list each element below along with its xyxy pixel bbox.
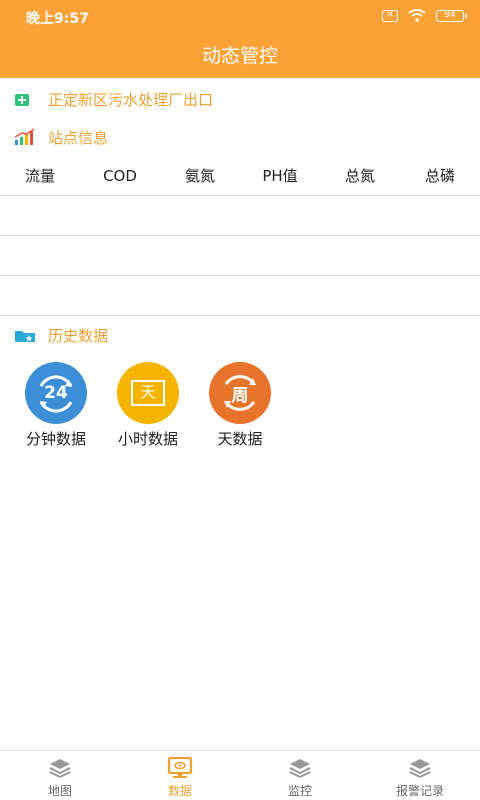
metric-total-phosphorus: 总磷 (424, 167, 455, 185)
no-sim-icon: ✕ (382, 9, 398, 22)
minute-data-button[interactable]: 24 分钟数据 (18, 362, 94, 449)
nav-label-monitor: 监控 (287, 784, 312, 798)
history-title: 历史数据 (48, 327, 109, 345)
nav-item-alarm-records[interactable]: 报警记录 (360, 751, 480, 800)
minute-badge: 24 (44, 383, 68, 403)
data-row (0, 236, 480, 276)
site-info-section: 站点信息 (0, 120, 480, 154)
nav-label-alarm-records: 报警记录 (395, 784, 444, 798)
nav-label-map: 地图 (47, 784, 72, 798)
title-bar: 动态管控 (0, 32, 480, 78)
history-section: 历史数据 (0, 318, 480, 352)
day-data-label: 天数据 (217, 430, 263, 448)
metric-total-nitrogen: 总氮 (344, 167, 375, 185)
layers-icon (360, 757, 480, 779)
history-items: 24 分钟数据 天 小时数据 周 天数据 (18, 362, 278, 449)
station-name: 正定新区污水处理厂出口 (48, 91, 214, 109)
nav-item-map[interactable]: 地图 (0, 751, 120, 800)
battery-icon: 94 (436, 9, 467, 22)
monitor-icon (120, 756, 240, 779)
bottom-nav: 地图 数据 监控 报警记录 (0, 750, 480, 800)
status-icons: ✕ 94 (382, 9, 467, 22)
metric-cod: COD (103, 167, 137, 185)
hour-data-button[interactable]: 天 小时数据 (110, 362, 186, 449)
day-data-icon: 周 (209, 362, 271, 424)
status-time: 晚上9:57 (26, 11, 89, 27)
chart-icon (14, 128, 36, 150)
minute-data-icon: 24 (25, 362, 87, 424)
metric-ph: PH值 (262, 167, 298, 185)
metric-flow: 流量 (24, 167, 55, 185)
station-icon (14, 92, 30, 111)
site-info-title: 站点信息 (48, 129, 109, 147)
metric-ammonia: 氨氮 (184, 167, 215, 185)
status-bar: 晚上9:57 ✕ 94 (0, 0, 480, 32)
hour-badge: 天 (131, 380, 165, 406)
nav-label-data: 数据 (167, 784, 192, 798)
data-row (0, 276, 480, 316)
nav-item-monitor[interactable]: 监控 (240, 751, 360, 800)
hour-data-label: 小时数据 (117, 430, 178, 448)
station-row[interactable]: 正定新区污水处理厂出口 (0, 82, 480, 116)
nav-item-data[interactable]: 数据 (120, 751, 240, 800)
layers-icon (0, 757, 120, 779)
page-title: 动态管控 (201, 45, 278, 67)
data-row (0, 196, 480, 236)
day-badge: 周 (231, 385, 249, 406)
layers-icon (240, 757, 360, 779)
day-data-button[interactable]: 周 天数据 (202, 362, 278, 449)
folder-icon (14, 328, 36, 347)
minute-data-label: 分钟数据 (25, 430, 86, 448)
wifi-icon (408, 9, 426, 22)
metrics-header: 流量 COD 氨氮 PH值 总氮 总磷 (0, 156, 480, 196)
hour-data-icon: 天 (117, 362, 179, 424)
